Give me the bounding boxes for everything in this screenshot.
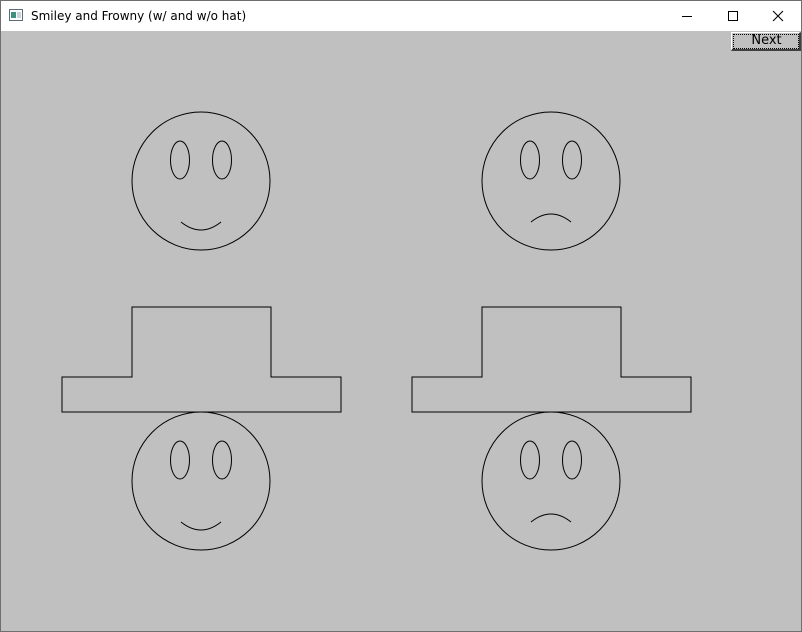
left-eye	[520, 440, 540, 480]
frowny-face	[481, 111, 621, 251]
right-eye	[212, 440, 232, 480]
left-eye	[170, 440, 190, 480]
smiley-face-with-hat	[61, 306, 342, 551]
frown-mouth	[530, 213, 572, 223]
right-eye	[562, 440, 582, 480]
minimize-icon	[682, 16, 692, 17]
face-outline	[131, 411, 271, 551]
right-eye	[212, 140, 232, 180]
frowny-face-with-hat	[411, 306, 692, 551]
maximize-icon	[728, 11, 738, 21]
app-icon	[9, 9, 23, 21]
next-button[interactable]: Next	[731, 32, 801, 51]
frown-mouth	[530, 513, 572, 523]
smile-mouth	[180, 521, 222, 531]
right-eye	[562, 140, 582, 180]
left-eye	[520, 140, 540, 180]
face-outline	[481, 111, 621, 251]
smile-mouth	[180, 221, 222, 231]
hat	[61, 306, 342, 413]
drawing-canvas	[61, 111, 692, 551]
smiley-face	[131, 111, 271, 251]
title-bar[interactable]: Smiley and Frowny (w/ and w/o hat)	[1, 1, 801, 31]
maximize-button[interactable]	[710, 1, 756, 31]
app-window: Smiley and Frowny (w/ and w/o hat) Next	[0, 0, 802, 632]
close-icon	[772, 10, 784, 22]
drawing-area: Next	[1, 31, 801, 631]
hat	[411, 306, 692, 413]
face-outline	[131, 111, 271, 251]
window-title: Smiley and Frowny (w/ and w/o hat)	[31, 9, 247, 23]
close-button[interactable]	[755, 1, 801, 31]
minimize-button[interactable]	[664, 1, 710, 31]
face-outline	[481, 411, 621, 551]
left-eye	[170, 140, 190, 180]
